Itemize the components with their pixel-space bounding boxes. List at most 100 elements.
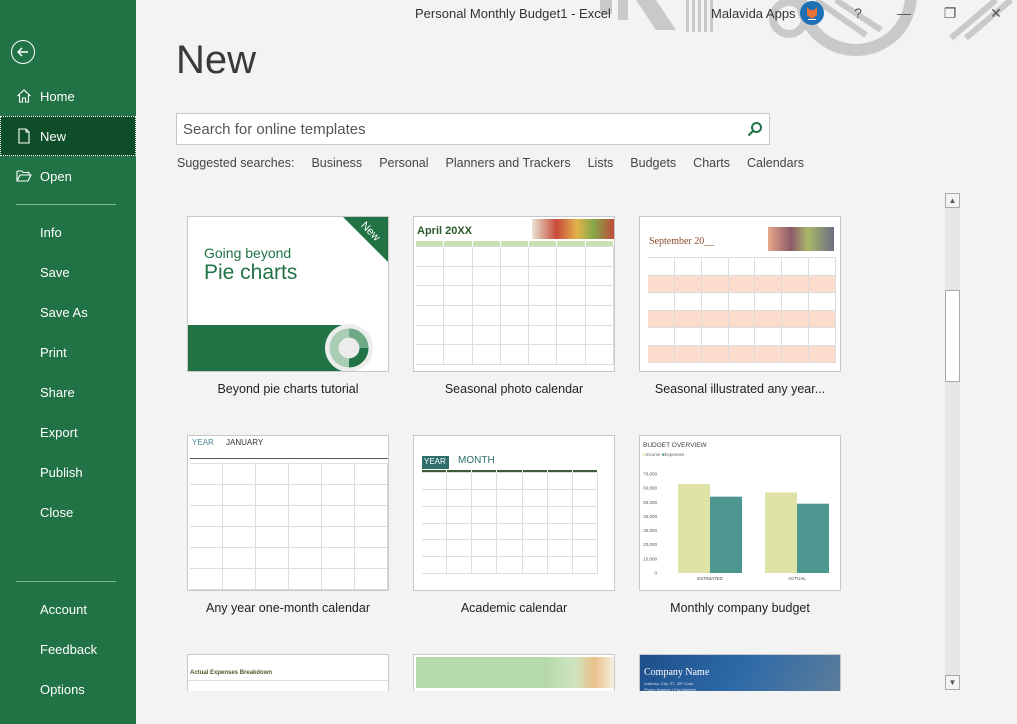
calendar-cell <box>728 293 756 311</box>
scroll-thumb[interactable] <box>945 290 960 382</box>
calendar-cell <box>472 523 498 541</box>
calendar-cell <box>755 328 783 346</box>
template-thumbnail[interactable]: BUDGET OVERVIEW ■Income ■Expenses 70,000… <box>639 435 841 591</box>
template-label: Seasonal photo calendar <box>444 382 584 396</box>
calendar-cell <box>447 557 473 574</box>
suggested-charts[interactable]: Charts <box>693 156 730 170</box>
template-thumbnail[interactable]: YEAR JANUARY <box>187 435 389 591</box>
suggested-personal[interactable]: Personal <box>379 156 428 170</box>
sidebar-item-home[interactable]: Home <box>0 76 136 116</box>
calendar-cell <box>500 325 530 346</box>
sidebar-item-options[interactable]: Options <box>0 669 136 709</box>
calendar-cell <box>648 310 675 328</box>
calendar-cell <box>755 345 783 363</box>
avatar[interactable] <box>800 1 824 25</box>
scroll-down-button[interactable]: ▼ <box>945 675 960 690</box>
calendar-cell <box>497 540 523 558</box>
bar-expenses-estimated <box>710 496 742 573</box>
backstage-sidebar: Home New Open Info Save Save As Print Sh… <box>0 0 136 724</box>
y-tick-label: 30,000 <box>643 528 657 533</box>
sidebar-item-label: Home <box>40 88 75 104</box>
search-icon[interactable] <box>747 121 763 137</box>
sidebar-item-save-as[interactable]: Save As <box>0 292 136 332</box>
calendar-grid <box>648 253 836 363</box>
calendar-cell <box>522 489 548 507</box>
sidebar-item-print[interactable]: Print <box>0 332 136 372</box>
calendar-cell <box>497 557 523 574</box>
sidebar-item-save[interactable]: Save <box>0 252 136 292</box>
sidebar-item-feedback[interactable]: Feedback <box>0 629 136 669</box>
calendar-cell <box>782 310 810 328</box>
calendar-cell <box>355 548 388 569</box>
search-input[interactable] <box>177 120 737 138</box>
scroll-up-icon: ▲ <box>948 196 957 205</box>
calendar-cell <box>472 345 501 365</box>
calendar-cell <box>190 548 223 569</box>
bar-expenses-actual <box>797 503 829 573</box>
vertical-scrollbar[interactable]: ▲ ▼ <box>945 193 960 690</box>
thumb-year: YEAR <box>192 438 214 447</box>
sidebar-item-label: Print <box>40 344 67 360</box>
calendar-cell <box>444 325 473 346</box>
help-button[interactable]: ? <box>838 0 878 26</box>
calendar-cell <box>472 557 498 574</box>
template-label: Beyond pie charts tutorial <box>217 382 359 396</box>
close-window-button[interactable]: ✕ <box>976 0 1016 26</box>
minimize-button[interactable]: — <box>884 0 924 26</box>
calendar-cell <box>190 485 223 506</box>
calendar-cell <box>782 275 810 293</box>
template-thumbnail[interactable] <box>413 654 615 691</box>
template-thumbnail[interactable]: Going beyond Pie charts New <box>187 216 389 372</box>
sidebar-item-label: Save <box>40 264 70 280</box>
sidebar-item-label: Open <box>40 168 72 184</box>
new-badge: New <box>343 217 388 262</box>
calendar-cell <box>572 523 598 541</box>
calendar-cell <box>289 527 322 548</box>
thumb-year: YEAR <box>422 456 449 469</box>
template-thumbnail[interactable]: Actual Expenses Breakdown <box>187 654 389 691</box>
calendar-cell <box>809 258 836 276</box>
template-thumbnail[interactable]: YEAR MONTH <box>413 435 615 591</box>
calendar-cell <box>585 247 614 267</box>
calendar-cell <box>522 540 548 558</box>
calendar-cell <box>728 275 756 293</box>
scroll-up-button[interactable]: ▲ <box>945 193 960 208</box>
calendar-cell <box>809 345 836 363</box>
suggested-planners-trackers[interactable]: Planners and Trackers <box>446 156 571 170</box>
green-banner <box>416 657 614 688</box>
template-thumbnail[interactable]: September 20__ <box>639 216 841 372</box>
calendar-cell <box>447 506 473 524</box>
sidebar-item-account[interactable]: Account <box>0 589 136 629</box>
sidebar-item-close[interactable]: Close <box>0 492 136 532</box>
sidebar-item-share[interactable]: Share <box>0 372 136 412</box>
calendar-cell <box>289 506 322 527</box>
sidebar-item-export[interactable]: Export <box>0 412 136 452</box>
sidebar-item-new[interactable]: New <box>0 116 136 156</box>
thumb-title: September 20__ <box>649 236 715 247</box>
sidebar-item-open[interactable]: Open <box>0 156 136 196</box>
home-icon <box>17 89 31 103</box>
suggested-business[interactable]: Business <box>311 156 362 170</box>
calendar-cell <box>289 485 322 506</box>
suggested-calendars[interactable]: Calendars <box>747 156 804 170</box>
sidebar-item-publish[interactable]: Publish <box>0 452 136 492</box>
suggested-budgets[interactable]: Budgets <box>630 156 676 170</box>
calendar-cell <box>447 523 473 541</box>
calendar-cell <box>572 506 598 524</box>
restore-button[interactable]: ❐ <box>930 0 970 26</box>
sidebar-item-label: Export <box>40 424 78 440</box>
sidebar-item-info[interactable]: Info <box>0 212 136 252</box>
calendar-cell <box>572 489 598 507</box>
user-name[interactable]: Malavida Apps <box>711 6 796 21</box>
sidebar-item-label: Info <box>40 224 62 240</box>
calendar-cell <box>728 258 756 276</box>
x-category-label: ACTUAL <box>788 576 806 581</box>
template-thumbnail[interactable]: April 20XX <box>413 216 615 372</box>
calendar-cell <box>472 540 498 558</box>
calendar-cell <box>585 325 614 346</box>
calendar-cell <box>572 540 598 558</box>
back-button[interactable] <box>11 40 35 64</box>
suggested-lists[interactable]: Lists <box>588 156 614 170</box>
calendar-cell <box>444 305 473 326</box>
template-thumbnail[interactable]: Company Name Address, City, ST, ZIP Code… <box>639 654 841 691</box>
